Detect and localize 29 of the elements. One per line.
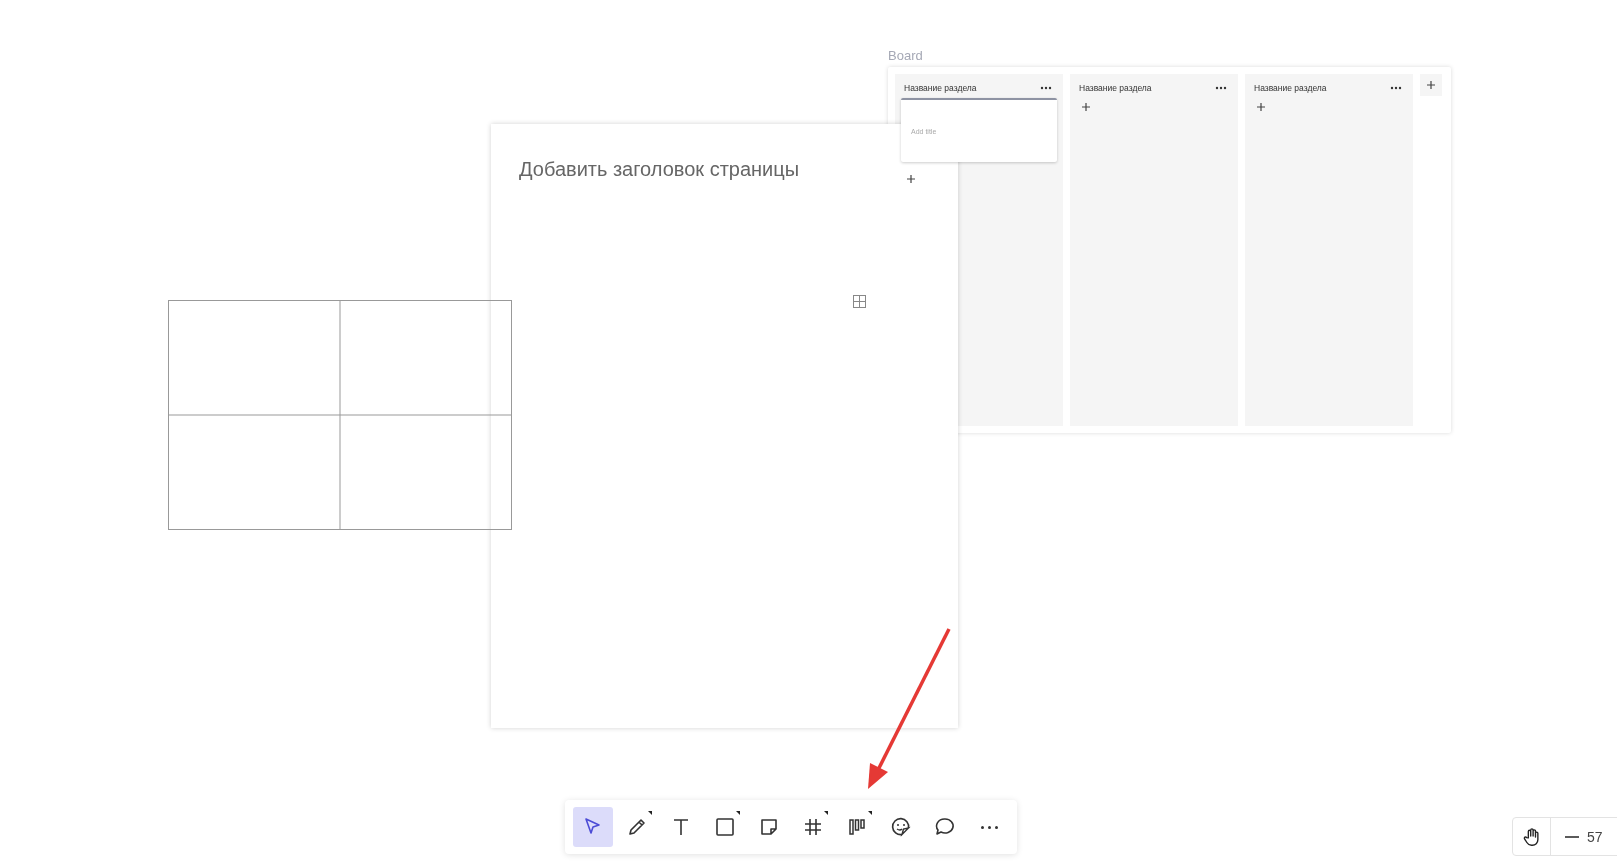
column-title: Название раздела [904,83,977,93]
more-icon [1040,86,1052,90]
add-card-button[interactable] [1254,100,1268,114]
plus-icon [906,174,916,184]
column-title: Название раздела [1079,83,1152,93]
grid-icon[interactable] [853,295,866,308]
more-icon [980,825,998,829]
add-card-button[interactable] [904,172,918,186]
pointer-tool[interactable] [573,807,613,847]
minus-icon [1565,835,1579,838]
board-title: Board [888,48,923,63]
submenu-caret-icon [868,811,872,815]
more-icon [1390,86,1402,90]
smiley-icon [889,815,913,839]
plus-icon [1426,80,1436,90]
column-menu-button[interactable] [1213,84,1229,92]
submenu-caret-icon [648,811,652,815]
plus-icon [1256,102,1266,112]
zoom-level: 57 [1587,828,1603,845]
column-title: Название раздела [1254,83,1327,93]
add-column-button[interactable] [1420,74,1442,96]
submenu-caret-icon [824,811,828,815]
more-icon [1215,86,1227,90]
column-menu-button[interactable] [1388,84,1404,92]
add-card-button[interactable] [1079,100,1093,114]
submenu-caret-icon [736,811,740,815]
plus-icon [1081,102,1091,112]
column-menu-button[interactable] [1038,84,1054,92]
square-icon [713,815,737,839]
